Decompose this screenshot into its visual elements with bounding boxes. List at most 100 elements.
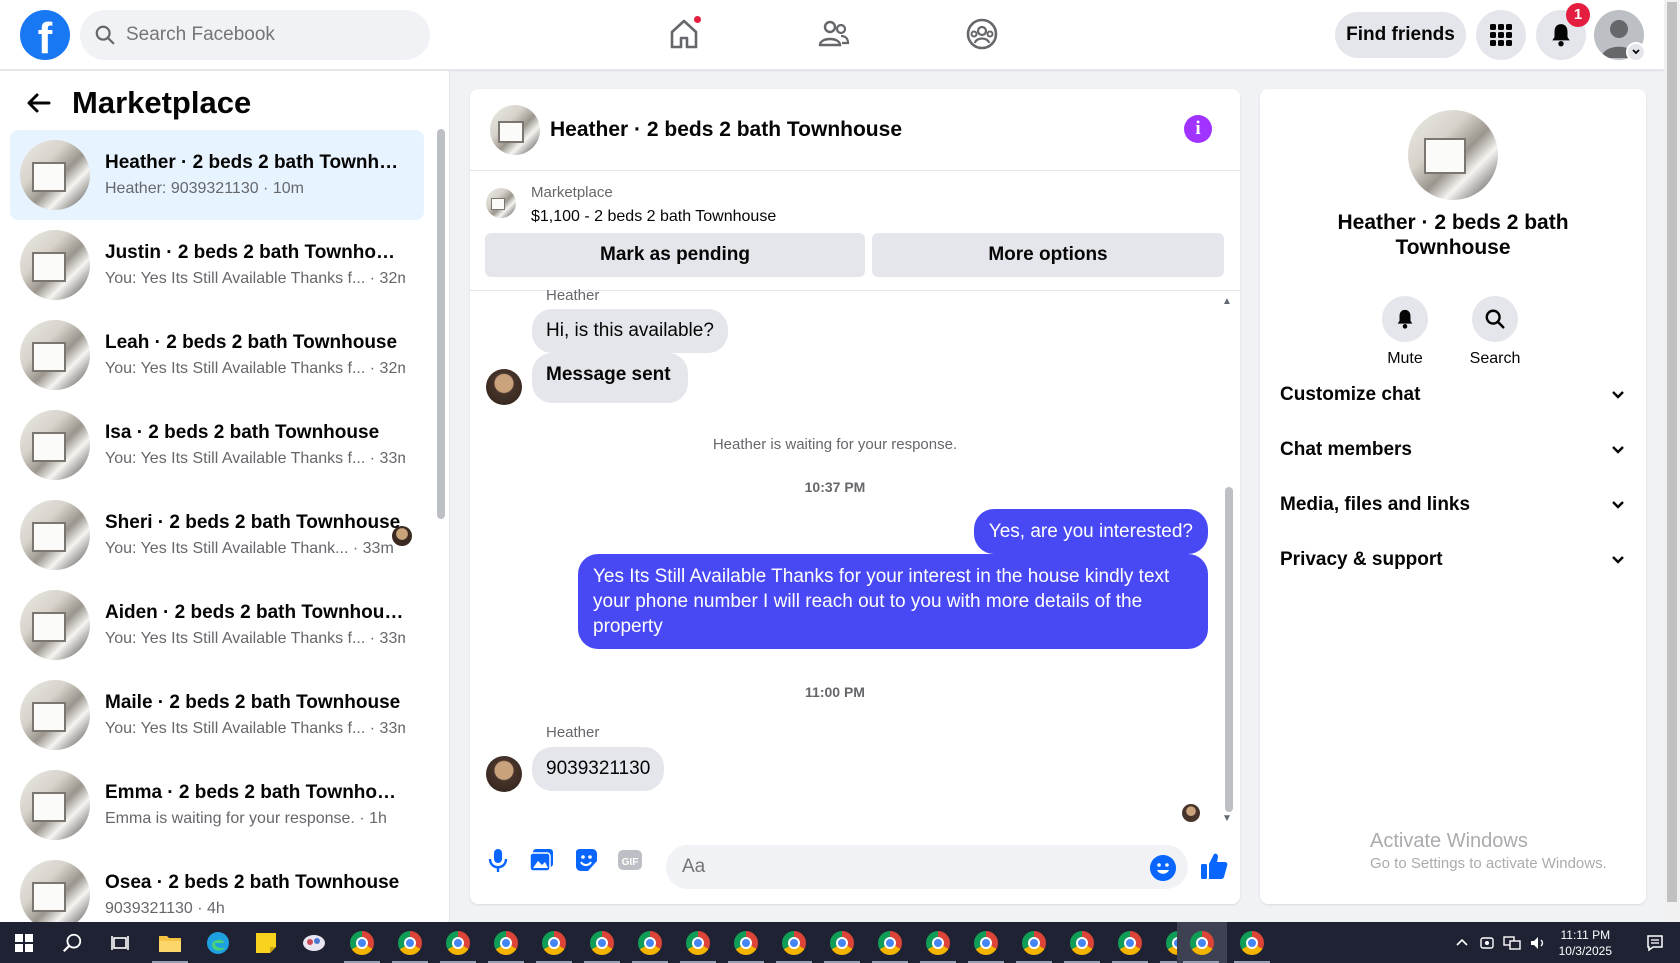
taskbar-chrome[interactable] [386,922,434,963]
sender-avatar[interactable] [486,756,522,792]
taskbar-sticky-notes[interactable] [242,922,290,963]
taskbar-chrome[interactable] [674,922,722,963]
taskbar-chrome[interactable] [1228,922,1276,963]
conversation-preview: You: Yes Its Still Available Thanks f...… [105,360,405,377]
taskbar-chrome[interactable] [1106,922,1154,963]
facebook-logo[interactable]: f [20,10,70,60]
message-input[interactable] [666,845,1188,889]
conversation-item[interactable]: Leah · 2 beds 2 bath Townhouse You: Yes I… [10,310,424,400]
mark-as-pending-button[interactable]: Mark as pending [485,233,865,277]
back-arrow-icon[interactable] [24,88,54,118]
taskbar-chrome[interactable] [722,922,770,963]
mute-label: Mute [1387,350,1423,367]
conversation-item[interactable]: Emma · 2 beds 2 bath Townhouse Emma is wa… [10,760,424,850]
start-button[interactable] [0,922,48,963]
conversation-item[interactable]: Osea · 2 beds 2 bath Townhouse 9039321130… [10,850,424,922]
taskbar-chrome[interactable] [578,922,626,963]
privacy-support-section[interactable]: Privacy & support [1280,540,1626,580]
taskbar-chrome[interactable] [1058,922,1106,963]
conversation-item[interactable]: Aiden · 2 beds 2 bath Townhouse You: Yes … [10,580,424,670]
incoming-message[interactable]: Message sent [532,353,688,403]
conversation-item[interactable]: Isa · 2 beds 2 bath Townhouse You: Yes It… [10,400,424,490]
volume-icon[interactable] [1529,935,1547,951]
taskbar-app[interactable] [290,922,338,963]
taskbar-chrome[interactable] [626,922,674,963]
incoming-message[interactable]: 9039321130 [532,747,665,791]
taskbar-chrome[interactable] [866,922,914,963]
taskbar-chrome[interactable] [434,922,482,963]
emoji-icon[interactable] [1150,855,1176,881]
home-notification-dot [692,14,703,25]
like-thumb-icon[interactable] [1198,850,1230,882]
media-files-links-section[interactable]: Media, files and links [1280,485,1626,525]
chevron-up-icon[interactable] [1455,936,1469,950]
conversation-item[interactable]: Heather · 2 beds 2 bath Townho... Heather… [10,130,424,220]
scroll-down-arrow-icon[interactable]: ▼ [1222,813,1232,824]
gif-icon[interactable]: GIF [616,846,644,874]
microphone-icon[interactable] [484,846,512,874]
chrome-icon [782,930,806,955]
chat-scrollbar[interactable] [1225,487,1233,812]
customize-chat-section[interactable]: Customize chat [1280,375,1626,415]
chat-listing-thumbnail[interactable] [490,104,540,155]
account-menu-caret[interactable] [1626,42,1646,62]
activate-windows-title: Activate Windows [1370,830,1528,852]
page-scrollbar[interactable] [1664,0,1680,922]
taskbar-chrome[interactable] [818,922,866,963]
conversation-item[interactable]: Maile · 2 beds 2 bath Townhouse You: Yes … [10,670,424,760]
outgoing-message[interactable]: Yes Its Still Available Thanks for your … [578,554,1208,649]
scroll-up-arrow-icon[interactable]: ▲ [1222,296,1232,307]
menu-button[interactable] [1476,10,1526,60]
find-friends-button[interactable]: Find friends [1335,12,1466,58]
taskbar-chrome[interactable] [770,922,818,963]
chrome-icon [1070,930,1094,955]
photo-icon[interactable] [528,846,556,874]
page-scrollbar-thumb[interactable] [1667,2,1677,902]
action-center-icon[interactable] [1646,934,1664,952]
taskbar-chrome[interactable] [914,922,962,963]
listing-profile-photo[interactable] [1408,110,1498,200]
conversation-name: Leah · 2 beds 2 bath Townhouse [105,332,398,353]
conversation-item[interactable]: Justin · 2 beds 2 bath Townhouse You: Yes… [10,220,424,310]
friends-icon[interactable] [813,14,853,54]
sticker-icon[interactable] [572,846,600,874]
taskbar-chrome[interactable] [482,922,530,963]
taskbar-edge[interactable] [194,922,242,963]
conversation-item[interactable]: Sheri · 2 beds 2 bath Townhouse You: Yes … [10,490,424,580]
chrome-icon [926,930,950,955]
taskbar-chrome-active[interactable] [1177,922,1227,963]
conversation-preview: You: Yes Its Still Available Thank... · … [105,540,394,557]
chat-members-section[interactable]: Chat members [1280,430,1626,470]
incoming-message[interactable]: Hi, is this available? [532,309,728,353]
mute-button[interactable]: Mute [1360,296,1450,368]
left-scrollbar[interactable] [437,129,445,519]
task-view-button[interactable] [96,922,144,963]
meet-now-icon[interactable] [1479,935,1495,951]
conversation-name: Osea · 2 beds 2 bath Townhouse [105,872,400,893]
chrome-icon [446,930,470,955]
info-icon[interactable]: i [1184,115,1212,143]
taskbar-chrome[interactable] [338,922,386,963]
search-input[interactable] [126,24,406,46]
more-options-button[interactable]: More options [872,233,1224,277]
taskbar-chrome[interactable] [1010,922,1058,963]
marketplace-listing-card[interactable]: Marketplace $1,100 - 2 beds 2 bath Townh… [486,184,776,226]
taskbar-search-button[interactable] [48,922,96,963]
listing-thumbnail [20,140,90,210]
groups-icon[interactable] [962,14,1002,54]
taskbar-file-explorer[interactable] [146,922,194,963]
folder-icon [159,935,181,952]
chrome-icon [1240,930,1264,955]
taskbar-chrome[interactable] [530,922,578,963]
network-icon[interactable] [1502,935,1521,951]
listing-thumbnail [20,590,90,660]
chat-title[interactable]: Heather · 2 beds 2 bath Townhouse [550,118,902,142]
search-conversation-button[interactable]: Search [1450,296,1540,368]
outgoing-message[interactable]: Yes, are you interested? [973,509,1208,554]
conversation-name: Isa · 2 beds 2 bath Townhouse [105,422,380,443]
search-box[interactable] [80,10,430,60]
sender-avatar[interactable] [486,369,522,405]
system-clock[interactable]: 11:11 PM 10/3/2025 [1559,927,1612,959]
search-icon [95,25,115,45]
taskbar-chrome[interactable] [962,922,1010,963]
